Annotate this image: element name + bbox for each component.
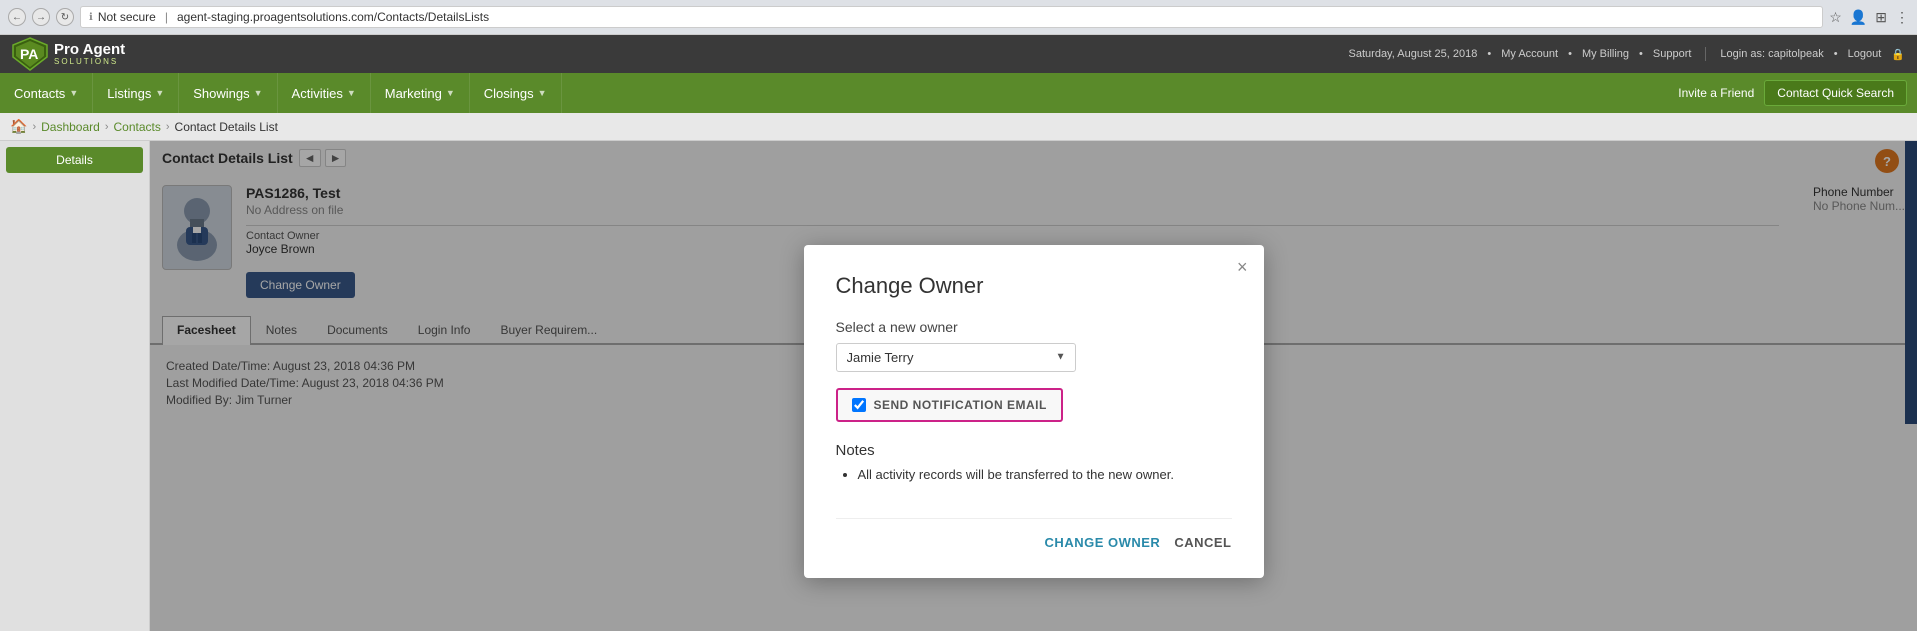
- modal-footer: CHANGE OWNER CANCEL: [836, 518, 1232, 550]
- breadcrumb-contacts[interactable]: Contacts: [114, 120, 161, 134]
- content-area: Contact Details List ◄ ►: [150, 141, 1917, 631]
- address-bar[interactable]: ℹ Not secure | agent-staging.proagentsol…: [80, 6, 1823, 28]
- nav-label-showings: Showings: [193, 86, 249, 101]
- modal-notes-title: Notes: [836, 442, 1232, 459]
- logo-pro-agent: Pro Agent: [54, 42, 125, 57]
- modal-close-button[interactable]: ×: [1237, 257, 1248, 278]
- nav-chevron-contacts: ▼: [69, 88, 78, 98]
- breadcrumb-sep-2: ›: [105, 121, 109, 133]
- owner-select[interactable]: Jamie Terry Joyce Brown Jim Turner: [836, 343, 1076, 372]
- breadcrumb-home-icon[interactable]: 🏠: [10, 118, 27, 135]
- security-label: Not secure: [98, 10, 156, 24]
- nav-chevron-marketing: ▼: [446, 88, 455, 98]
- nav-label-marketing: Marketing: [385, 86, 442, 101]
- breadcrumb-current: Contact Details List: [175, 120, 278, 134]
- nav-item-marketing[interactable]: Marketing ▼: [371, 73, 470, 113]
- modal-select-wrap: Jamie Terry Joyce Brown Jim Turner ▼: [836, 343, 1076, 372]
- browser-toolbar: ← → ↻ ℹ Not secure | agent-staging.proag…: [0, 0, 1917, 34]
- nav-label-listings: Listings: [107, 86, 151, 101]
- menu-icon[interactable]: ⋮: [1895, 9, 1909, 26]
- nav-item-activities[interactable]: Activities ▼: [278, 73, 371, 113]
- svg-text:PA: PA: [20, 46, 38, 62]
- details-button[interactable]: Details: [6, 147, 143, 173]
- logout-link[interactable]: Logout: [1848, 48, 1882, 60]
- logo-text: Pro Agent SOLUTIONS: [54, 42, 125, 66]
- breadcrumb-dashboard[interactable]: Dashboard: [41, 120, 100, 134]
- profile-icon[interactable]: 👤: [1850, 9, 1867, 26]
- reload-button[interactable]: ↻: [56, 8, 74, 26]
- header-right: Saturday, August 25, 2018 • My Account •…: [1349, 47, 1905, 61]
- nav-label-contacts: Contacts: [14, 86, 65, 101]
- invite-friend-link[interactable]: Invite a Friend: [1678, 86, 1754, 100]
- logo-solutions: SOLUTIONS: [54, 57, 125, 66]
- nav-item-closings[interactable]: Closings ▼: [470, 73, 562, 113]
- modal-change-owner-button[interactable]: CHANGE OWNER: [1045, 535, 1161, 550]
- modal-cancel-button[interactable]: CANCEL: [1174, 535, 1231, 550]
- nav-bar: Contacts ▼ Listings ▼ Showings ▼ Activit…: [0, 73, 1917, 113]
- notification-checkbox-label: SEND NOTIFICATION EMAIL: [874, 398, 1047, 412]
- modal-title: Change Owner: [836, 273, 1232, 299]
- back-button[interactable]: ←: [8, 8, 26, 26]
- modal-overlay: Change Owner × Select a new owner Jamie …: [150, 141, 1917, 631]
- contact-quick-search-button[interactable]: Contact Quick Search: [1764, 80, 1907, 106]
- nav-chevron-listings: ▼: [155, 88, 164, 98]
- breadcrumb-sep-3: ›: [166, 121, 170, 133]
- nav-chevron-closings: ▼: [538, 88, 547, 98]
- nav-label-activities: Activities: [292, 86, 343, 101]
- nav-label-closings: Closings: [484, 86, 534, 101]
- login-username[interactable]: capitolpeak: [1768, 48, 1824, 60]
- nav-item-showings[interactable]: Showings ▼: [179, 73, 277, 113]
- login-as-text: Login as: capitolpeak: [1720, 48, 1823, 60]
- nav-item-contacts[interactable]: Contacts ▼: [0, 73, 93, 113]
- browser-chrome: ← → ↻ ℹ Not secure | agent-staging.proag…: [0, 0, 1917, 35]
- extensions-icon[interactable]: ⊞: [1875, 9, 1887, 26]
- breadcrumb-sep-1: ›: [32, 121, 36, 133]
- logo-shield-icon: PA: [12, 37, 48, 71]
- my-billing-link[interactable]: My Billing: [1582, 48, 1629, 60]
- sidebar: Details: [0, 141, 150, 631]
- support-link[interactable]: Support: [1653, 48, 1692, 60]
- security-icon: ℹ: [89, 12, 93, 23]
- nav-item-listings[interactable]: Listings ▼: [93, 73, 179, 113]
- nav-items: Contacts ▼ Listings ▼ Showings ▼ Activit…: [0, 73, 562, 113]
- send-notification-checkbox[interactable]: [852, 398, 866, 412]
- modal-note-item: All activity records will be transferred…: [858, 467, 1232, 482]
- url-text: agent-staging.proagentsolutions.com/Cont…: [177, 10, 489, 24]
- lock-icon: 🔒: [1891, 48, 1905, 61]
- modal-notes-list: All activity records will be transferred…: [836, 467, 1232, 482]
- change-owner-modal: Change Owner × Select a new owner Jamie …: [804, 245, 1264, 578]
- modal-select-label: Select a new owner: [836, 319, 1232, 335]
- nav-chevron-activities: ▼: [347, 88, 356, 98]
- forward-button[interactable]: →: [32, 8, 50, 26]
- bookmark-icon[interactable]: ☆: [1829, 9, 1842, 26]
- nav-right: Invite a Friend Contact Quick Search: [1678, 80, 1917, 106]
- notification-checkbox-row: SEND NOTIFICATION EMAIL: [836, 388, 1063, 422]
- my-account-link[interactable]: My Account: [1501, 48, 1558, 60]
- logo: PA Pro Agent SOLUTIONS: [12, 37, 125, 71]
- browser-icon-group: ☆ 👤 ⊞ ⋮: [1829, 9, 1909, 26]
- app-header: PA Pro Agent SOLUTIONS Saturday, August …: [0, 35, 1917, 73]
- main-layout: Details Contact Details List ◄ ►: [0, 141, 1917, 631]
- breadcrumb: 🏠 › Dashboard › Contacts › Contact Detai…: [0, 113, 1917, 141]
- header-date: Saturday, August 25, 2018: [1349, 48, 1478, 60]
- nav-chevron-showings: ▼: [254, 88, 263, 98]
